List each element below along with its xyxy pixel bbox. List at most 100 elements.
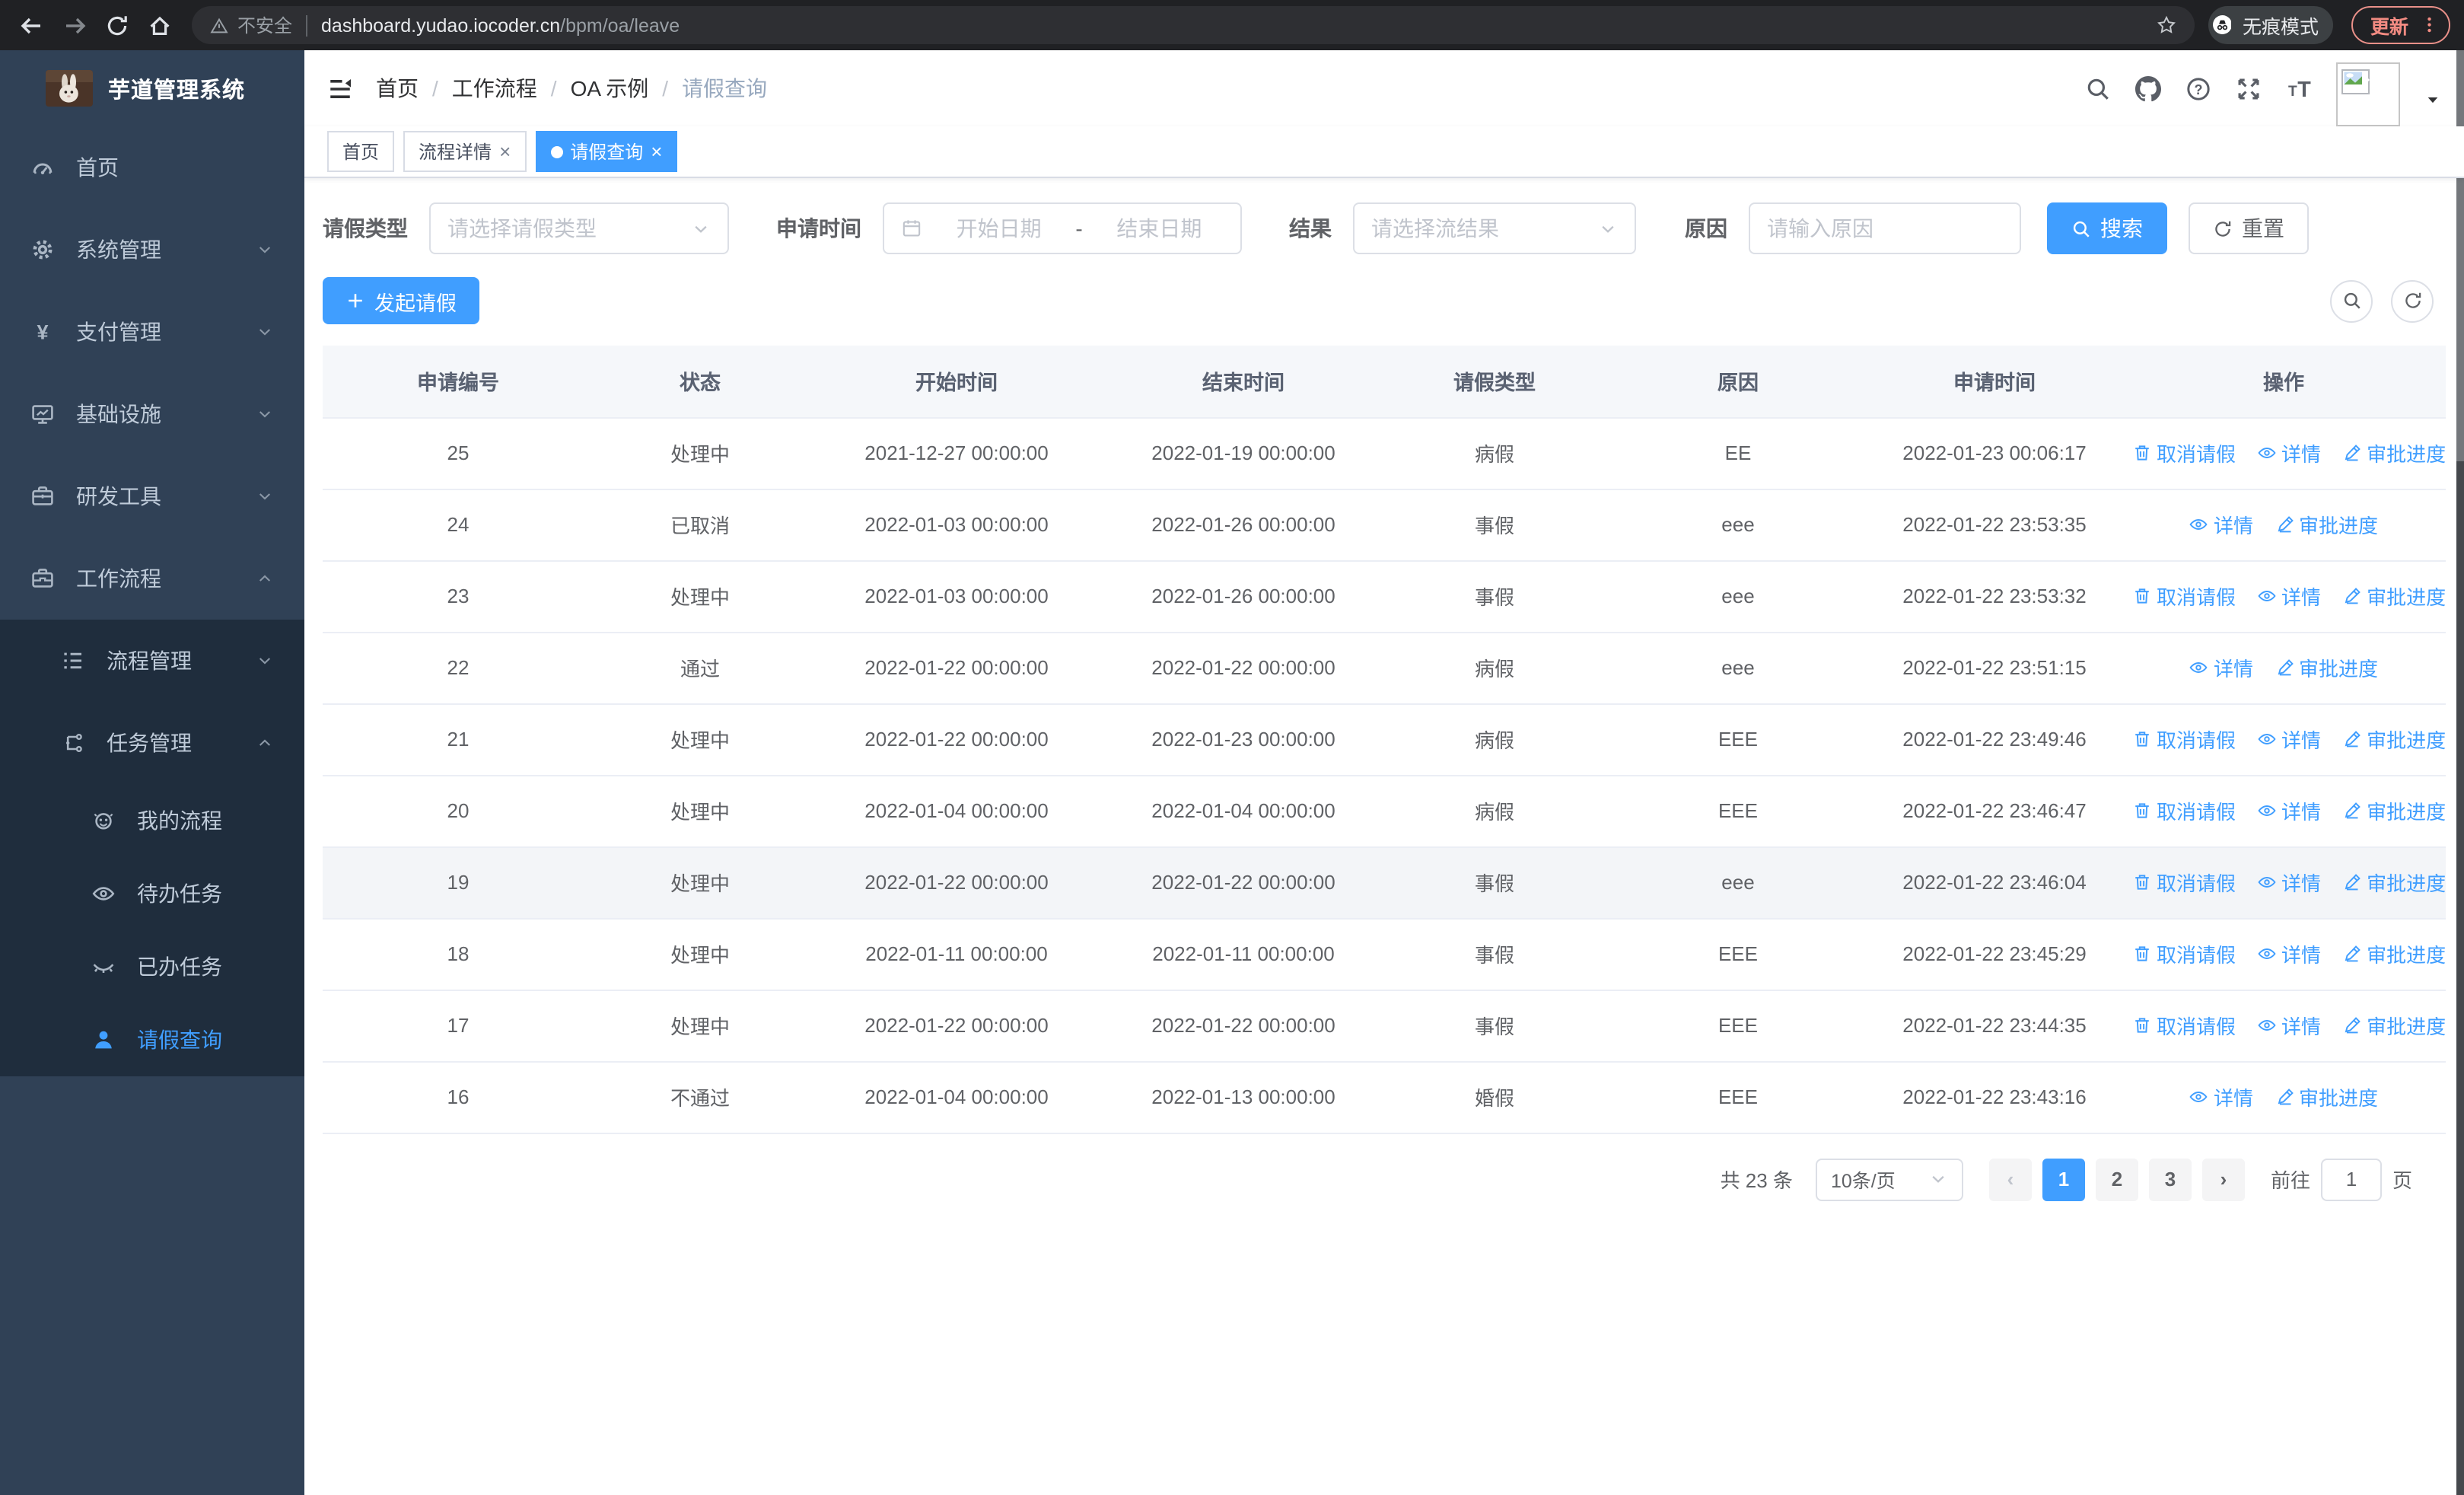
tab-close-icon[interactable]: × bbox=[499, 140, 511, 163]
action-approval-progress[interactable]: 审批进度 bbox=[2275, 1082, 2378, 1111]
action-label: 详情 bbox=[2281, 944, 2322, 967]
sidebar-item-dev-tools[interactable]: 研发工具 bbox=[0, 455, 304, 537]
breadcrumb-item[interactable]: OA 示例 bbox=[571, 73, 649, 104]
sidebar-item-my-process[interactable]: 我的流程 bbox=[0, 784, 304, 857]
cell-end: 2022-01-23 00:00:00 bbox=[1106, 703, 1380, 776]
active-tab-dot bbox=[550, 145, 563, 158]
action-cancel-leave[interactable]: 取消请假 bbox=[2132, 868, 2236, 897]
action-detail[interactable]: 详情 bbox=[2189, 1082, 2253, 1111]
toggle-search-button[interactable] bbox=[2330, 279, 2373, 322]
security-status[interactable]: 不安全 bbox=[210, 12, 292, 38]
help-button[interactable]: ? bbox=[2185, 75, 2211, 101]
browser-update-button[interactable]: 更新 bbox=[2351, 6, 2450, 44]
action-cancel-leave[interactable]: 取消请假 bbox=[2132, 796, 2236, 825]
browser-home-button[interactable] bbox=[142, 7, 178, 43]
avatar-caret-down-icon[interactable] bbox=[2424, 91, 2441, 107]
breadcrumb: 首页 / 工作流程 / OA 示例 / 请假查询 bbox=[376, 73, 767, 104]
action-detail[interactable]: 详情 bbox=[2189, 653, 2253, 682]
chevron-down-icon bbox=[259, 493, 271, 500]
cell-status: 通过 bbox=[594, 632, 807, 704]
cell-actions: 取消请假 详情 审批进度 bbox=[2122, 990, 2446, 1062]
tab-home[interactable]: 首页 bbox=[327, 131, 395, 172]
action-cancel-leave[interactable]: 取消请假 bbox=[2132, 725, 2236, 754]
scrollbar-thumb[interactable] bbox=[2456, 50, 2464, 461]
header-search-button[interactable] bbox=[2085, 75, 2111, 101]
page-button-1[interactable]: 1 bbox=[2042, 1158, 2085, 1200]
reset-button[interactable]: 重置 bbox=[2189, 202, 2309, 254]
github-link[interactable] bbox=[2135, 75, 2161, 101]
action-cancel-leave[interactable]: 取消请假 bbox=[2132, 582, 2236, 610]
cell-type: 婚假 bbox=[1380, 1061, 1609, 1133]
sidebar-item-leave-query[interactable]: 请假查询 bbox=[0, 1003, 304, 1076]
user-icon bbox=[91, 1028, 116, 1052]
fullscreen-button[interactable] bbox=[2236, 75, 2262, 101]
action-detail[interactable]: 详情 bbox=[2257, 939, 2321, 968]
reason-input[interactable]: 请输入原因 bbox=[1749, 202, 2021, 254]
font-size-button[interactable]: TT bbox=[2286, 75, 2312, 101]
create-leave-button[interactable]: 发起请假 bbox=[323, 277, 479, 324]
search-icon bbox=[2343, 292, 2360, 309]
sidebar-item-payment-management[interactable]: ¥ 支付管理 bbox=[0, 291, 304, 373]
action-cancel-leave[interactable]: 取消请假 bbox=[2132, 1011, 2236, 1040]
goto-page-input[interactable]: 1 bbox=[2320, 1158, 2382, 1200]
sidebar-item-todo-tasks[interactable]: 待办任务 bbox=[0, 857, 304, 930]
action-approval-progress[interactable]: 审批进度 bbox=[2342, 796, 2446, 825]
sidebar-item-system-management[interactable]: 系统管理 bbox=[0, 209, 304, 291]
breadcrumb-item[interactable]: 工作流程 bbox=[452, 73, 537, 104]
page-size-select[interactable]: 10条/页 bbox=[1815, 1158, 1963, 1200]
browser-back-button[interactable] bbox=[14, 7, 50, 43]
action-detail[interactable]: 详情 bbox=[2257, 796, 2321, 825]
result-select[interactable]: 请选择流结果 bbox=[1353, 202, 1636, 254]
page-button-2[interactable]: 2 bbox=[2095, 1158, 2138, 1200]
action-detail[interactable]: 详情 bbox=[2257, 725, 2321, 754]
refresh-table-button[interactable] bbox=[2391, 279, 2434, 322]
browser-reload-button[interactable] bbox=[99, 7, 135, 43]
tab-process-detail[interactable]: 流程详情 × bbox=[403, 131, 527, 172]
breadcrumb-item[interactable]: 首页 bbox=[376, 73, 419, 104]
page-scrollbar[interactable] bbox=[2456, 50, 2464, 1495]
leave-type-select[interactable]: 请选择请假类型 bbox=[429, 202, 729, 254]
action-detail[interactable]: 详情 bbox=[2257, 582, 2321, 610]
search-button[interactable]: 搜索 bbox=[2047, 202, 2167, 254]
action-approval-progress[interactable]: 审批进度 bbox=[2275, 653, 2378, 682]
action-cancel-leave[interactable]: 取消请假 bbox=[2132, 438, 2236, 467]
column-header: 申请时间 bbox=[1867, 346, 2122, 418]
sidebar-item-done-tasks[interactable]: 已办任务 bbox=[0, 930, 304, 1003]
action-cancel-leave[interactable]: 取消请假 bbox=[2132, 939, 2236, 968]
sidebar-item-process-management[interactable]: 流程管理 bbox=[0, 620, 304, 702]
action-approval-progress[interactable]: 审批进度 bbox=[2342, 868, 2446, 897]
action-detail[interactable]: 详情 bbox=[2189, 510, 2253, 539]
cell-type: 病假 bbox=[1380, 632, 1609, 704]
next-page-button[interactable]: › bbox=[2201, 1158, 2245, 1200]
star-icon bbox=[2157, 15, 2176, 33]
cell-id: 17 bbox=[323, 990, 594, 1062]
user-avatar[interactable] bbox=[2336, 62, 2400, 126]
app-logo[interactable]: 芋道管理系统 bbox=[0, 50, 304, 126]
action-detail[interactable]: 详情 bbox=[2257, 438, 2321, 467]
action-approval-progress[interactable]: 审批进度 bbox=[2342, 725, 2446, 754]
address-bar[interactable]: 不安全 dashboard.yudao.iocoder.cn/bpm/oa/le… bbox=[192, 6, 2195, 44]
prev-page-button[interactable]: ‹ bbox=[1988, 1158, 2032, 1200]
action-approval-progress[interactable]: 审批进度 bbox=[2342, 1011, 2446, 1040]
tab-close-icon[interactable]: × bbox=[651, 140, 662, 163]
sidebar-item-infrastructure[interactable]: 基础设施 bbox=[0, 373, 304, 455]
sidebar-item-workflow[interactable]: 工作流程 bbox=[0, 537, 304, 620]
sidebar-item-home[interactable]: 首页 bbox=[0, 126, 304, 209]
apply-time-range-picker[interactable]: 开始日期 - 结束日期 bbox=[883, 202, 1242, 254]
action-approval-progress[interactable]: 审批进度 bbox=[2275, 510, 2378, 539]
bookmark-star-icon[interactable] bbox=[2157, 15, 2176, 35]
action-approval-progress[interactable]: 审批进度 bbox=[2342, 438, 2446, 467]
browser-forward-button[interactable] bbox=[56, 7, 93, 43]
action-approval-progress[interactable]: 审批进度 bbox=[2342, 582, 2446, 610]
tab-leave-query[interactable]: 请假查询 × bbox=[535, 131, 678, 172]
cell-actions: 详情 审批进度 bbox=[2122, 1061, 2446, 1133]
cell-id: 19 bbox=[323, 846, 594, 919]
action-approval-progress[interactable]: 审批进度 bbox=[2342, 939, 2446, 968]
cell-reason: EEE bbox=[1609, 990, 1867, 1062]
action-detail[interactable]: 详情 bbox=[2257, 1011, 2321, 1040]
page-button-3[interactable]: 3 bbox=[2148, 1158, 2192, 1200]
sidebar-item-task-management[interactable]: 任务管理 bbox=[0, 702, 304, 784]
action-detail[interactable]: 详情 bbox=[2257, 868, 2321, 897]
briefcase-icon bbox=[32, 569, 53, 588]
sidebar-fold-toggle[interactable] bbox=[327, 75, 353, 101]
